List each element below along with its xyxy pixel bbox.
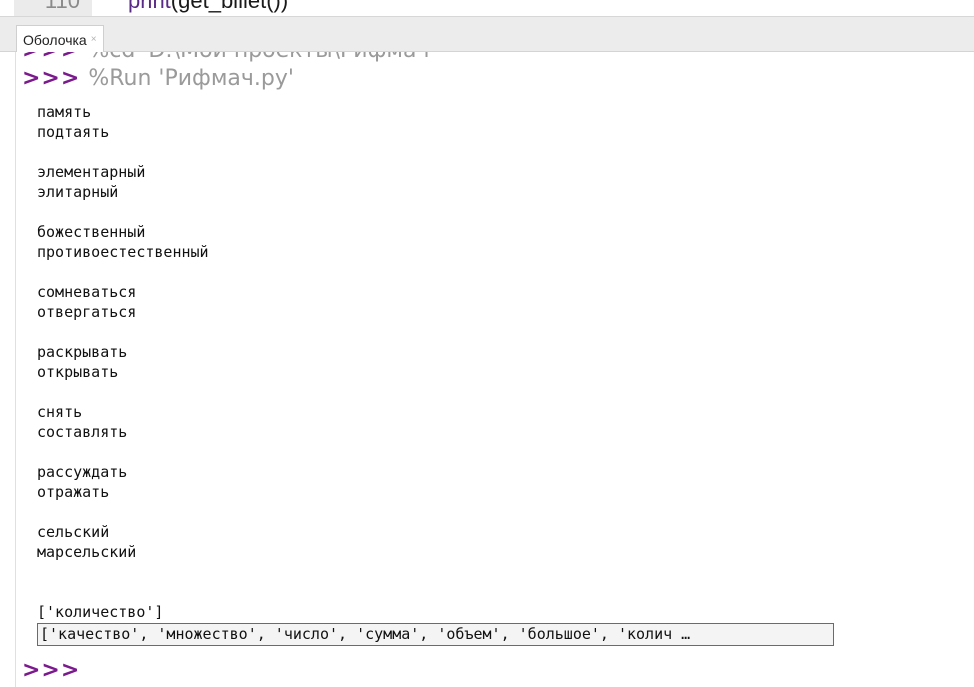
tab-shell[interactable]: Оболочка × <box>16 25 104 53</box>
editor-area[interactable]: 110 print(get_billet()) <box>0 0 974 16</box>
output-line: составлять <box>37 423 128 441</box>
prompt-sign: >>> <box>22 66 81 91</box>
shell-prompt-input[interactable]: >>> <box>22 656 80 686</box>
output-line: снять <box>37 403 83 421</box>
close-icon[interactable]: × <box>91 34 97 45</box>
shell-command: %cd 'D:\Мои проекты\Рифмач' <box>88 52 435 63</box>
shell-prompt-run: >>> %Run 'Рифмач.py' <box>22 64 294 94</box>
shell-panel[interactable]: >>> %cd 'D:\Мои проекты\Рифмач' >>> %Run '… <box>0 52 974 687</box>
code-line[interactable]: print(get_billet()) <box>128 0 288 16</box>
prompt-sign: >>> <box>22 52 80 63</box>
output-line: память <box>37 103 92 121</box>
code-rest: (get_billet()) <box>170 0 289 13</box>
output-line: рассуждать <box>37 463 128 481</box>
output-line: марсельский <box>37 543 137 561</box>
prompt-sign: >>> <box>22 658 81 683</box>
output-line: сельский <box>37 523 110 541</box>
tab-shell-label: Оболочка <box>23 31 87 48</box>
output-line: отражать <box>37 483 110 501</box>
shell-content: >>> %cd 'D:\Мои проекты\Рифмач' >>> %Run '… <box>15 52 974 687</box>
panel-tab-bar: Оболочка × <box>0 16 974 53</box>
output-line: божественный <box>37 223 146 241</box>
output-line: сомневаться <box>37 283 137 301</box>
output-line: противоестественный <box>37 243 209 261</box>
shell-command: %Run 'Рифмач.py' <box>88 66 294 91</box>
output-line: элементарный <box>37 163 146 181</box>
output-line: элитарный <box>37 183 119 201</box>
collapsed-list-output[interactable]: ['качество', 'множество', 'число', 'сумм… <box>37 623 834 646</box>
code-keyword: print <box>128 0 171 13</box>
output-line: отвергаться <box>37 303 137 321</box>
output-line: открывать <box>37 363 119 381</box>
output-line: подтаять <box>37 123 110 141</box>
output-line: раскрывать <box>37 343 128 361</box>
line-number: 110 <box>14 0 92 16</box>
output-line: ['количество'] <box>37 603 164 621</box>
